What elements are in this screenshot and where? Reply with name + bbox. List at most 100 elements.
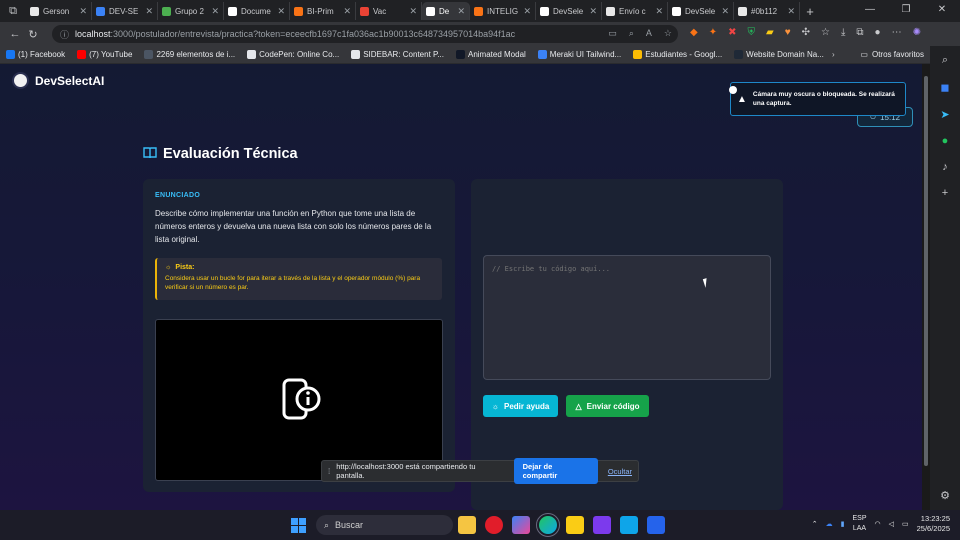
file-explorer-icon[interactable] xyxy=(458,516,476,534)
add-icon[interactable]: + xyxy=(942,187,948,199)
opera-icon[interactable] xyxy=(485,516,503,534)
puzzle-icon[interactable]: ✣ xyxy=(802,27,810,38)
zoom-icon[interactable]: ⌕ xyxy=(629,28,634,39)
close-tab-icon[interactable]: ✕ xyxy=(409,6,417,17)
close-tab-icon[interactable]: ✕ xyxy=(277,6,285,17)
extension-icon[interactable]: ▰ xyxy=(766,27,774,38)
copilot-icon[interactable]: ✺ xyxy=(913,27,921,38)
download-icon[interactable]: ⤓ xyxy=(841,27,845,38)
settings-icon[interactable]: ⚙ xyxy=(940,489,950,502)
reload-icon[interactable]: ↻ xyxy=(24,28,42,41)
tab-title: Vac xyxy=(373,6,387,16)
telegram-icon[interactable]: ➤ xyxy=(940,108,949,121)
close-tab-icon[interactable]: ✕ xyxy=(343,6,351,17)
browser-tab[interactable]: DEV-SE ✕ xyxy=(92,2,158,20)
whatsapp-icon[interactable]: ● xyxy=(942,135,949,147)
zoom-app-icon[interactable] xyxy=(647,516,665,534)
back-icon[interactable]: ← xyxy=(6,28,24,40)
tray-app-icon[interactable]: ▮ xyxy=(841,520,845,528)
bookmark-item[interactable]: (7) YouTube xyxy=(77,50,132,59)
bookmark-item[interactable]: Animated Modal xyxy=(455,50,526,59)
browser-tab[interactable]: INTELIG ✕ xyxy=(470,2,536,20)
scrollbar-thumb[interactable] xyxy=(924,76,928,466)
extension-icon[interactable]: ♥ xyxy=(785,27,791,38)
close-tab-icon[interactable]: ✕ xyxy=(523,6,531,17)
statement-label: ENUNCIADO xyxy=(155,192,201,199)
bookmark-item[interactable]: 2269 elementos de i... xyxy=(144,50,235,59)
extension-icon[interactable]: ✖ xyxy=(728,27,736,38)
chevron-up-icon[interactable]: ⌃ xyxy=(812,520,818,528)
chevron-right-icon[interactable]: › xyxy=(832,50,835,59)
bookmark-item[interactable]: (1) Facebook xyxy=(6,50,65,59)
wifi-icon[interactable]: ◠ xyxy=(875,520,881,528)
close-tab-icon[interactable]: ✕ xyxy=(787,6,795,17)
close-tab-icon[interactable]: ✕ xyxy=(655,6,663,17)
collections-icon[interactable]: ⧉ xyxy=(856,27,863,38)
volume-icon[interactable]: ◁ xyxy=(889,520,894,528)
browser-tab[interactable]: Envío c ✕ xyxy=(602,2,668,20)
camera-permission-icon[interactable]: ▭ xyxy=(608,28,617,39)
visual-studio-icon[interactable] xyxy=(593,516,611,534)
language-indicator[interactable]: ESP LAA xyxy=(852,514,866,534)
browser-tab[interactable]: DevSele ✕ xyxy=(536,2,602,20)
vscode-icon[interactable] xyxy=(620,516,638,534)
onedrive-icon[interactable]: ☁ xyxy=(826,520,833,528)
battery-icon[interactable]: ▭ xyxy=(902,520,909,528)
bookmark-item[interactable]: CodePen: Online Co... xyxy=(247,50,339,59)
stop-sharing-button[interactable]: Dejar de compartir xyxy=(513,458,598,484)
shield-icon[interactable]: ⛨ xyxy=(747,27,755,38)
bookmark-item[interactable]: Website Domain Na... xyxy=(734,50,824,59)
hide-link[interactable]: Ocultar xyxy=(608,467,632,476)
other-bookmarks[interactable]: ▭ Otros favoritos xyxy=(860,50,924,59)
minimize-icon[interactable]: — xyxy=(852,0,888,20)
bookmark-item[interactable]: Estudiantes - Googl... xyxy=(633,50,722,59)
browser-tab[interactable]: #0b112 ✕ xyxy=(734,2,800,20)
close-tab-icon[interactable]: ✕ xyxy=(721,6,729,17)
close-tab-icon[interactable]: ✕ xyxy=(145,6,153,17)
browser-tab[interactable]: Docume ✕ xyxy=(224,2,290,20)
browser-tab[interactable]: Vac ✕ xyxy=(356,2,422,20)
bookmark-item[interactable]: SIDEBAR: Content P... xyxy=(351,50,444,59)
help-button[interactable]: ☼ Pedir ayuda xyxy=(483,395,558,417)
browser-tab[interactable]: DevSele ✕ xyxy=(668,2,734,20)
code-editor[interactable] xyxy=(483,255,771,380)
address-bar[interactable]: ⓘ localhost:3000/postulador/entrevista/p… xyxy=(52,25,678,43)
extension-icon[interactable]: ◆ xyxy=(690,27,698,38)
extension-icon[interactable]: ✦ xyxy=(709,27,717,38)
brand-name: DevSelectAI xyxy=(35,73,105,88)
browser-tab[interactable]: Grupo 2 ✕ xyxy=(158,2,224,20)
camera-off-icon xyxy=(282,378,321,420)
menu-icon[interactable]: ⋯ xyxy=(892,27,902,38)
close-icon[interactable]: ✕ xyxy=(924,0,960,20)
outlook-icon[interactable]: ◼ xyxy=(940,81,949,94)
copilot-app-icon[interactable] xyxy=(512,516,530,534)
close-tab-icon[interactable]: ✕ xyxy=(79,6,87,17)
maximize-icon[interactable]: ❐ xyxy=(888,0,924,20)
search-icon[interactable]: ⌕ xyxy=(942,54,948,67)
clock[interactable]: 13:23:25 25/6/2025 xyxy=(917,514,950,534)
tiktok-icon[interactable]: ♪ xyxy=(942,161,948,173)
new-tab-button[interactable]: + xyxy=(800,4,820,19)
favorite-star-icon[interactable]: ☆ xyxy=(664,28,672,39)
browser-tab[interactable]: Gerson ✕ xyxy=(26,2,92,20)
start-button[interactable] xyxy=(291,518,306,533)
drag-handle-icon[interactable]: ⁞ xyxy=(328,467,330,476)
avatar[interactable]: ● xyxy=(875,27,881,38)
send-code-button[interactable]: △ Enviar código xyxy=(566,395,649,417)
taskbar-search[interactable]: ⌕ Buscar xyxy=(316,515,453,535)
workspaces-icon[interactable]: ⧉ xyxy=(0,5,26,18)
info-icon[interactable]: ⓘ xyxy=(60,28,69,41)
bookmark-item[interactable]: Meraki UI Tailwind... xyxy=(537,50,621,59)
edge-icon[interactable] xyxy=(536,513,560,537)
browser-tab[interactable]: De ✕ xyxy=(422,2,470,20)
app-logo[interactable]: DevSelectAI xyxy=(12,72,104,89)
page-scrollbar[interactable] xyxy=(922,64,930,510)
read-aloud-icon[interactable]: A xyxy=(646,28,652,39)
close-tab-icon[interactable]: ✕ xyxy=(457,6,465,17)
close-tab-icon[interactable]: ✕ xyxy=(589,6,597,17)
close-tab-icon[interactable]: ✕ xyxy=(211,6,219,17)
favorites-icon[interactable]: ☆ xyxy=(821,27,830,38)
app-icon[interactable] xyxy=(566,516,584,534)
browser-tab[interactable]: BI-Prim ✕ xyxy=(290,2,356,20)
bookmark-favicon-icon xyxy=(247,50,257,59)
